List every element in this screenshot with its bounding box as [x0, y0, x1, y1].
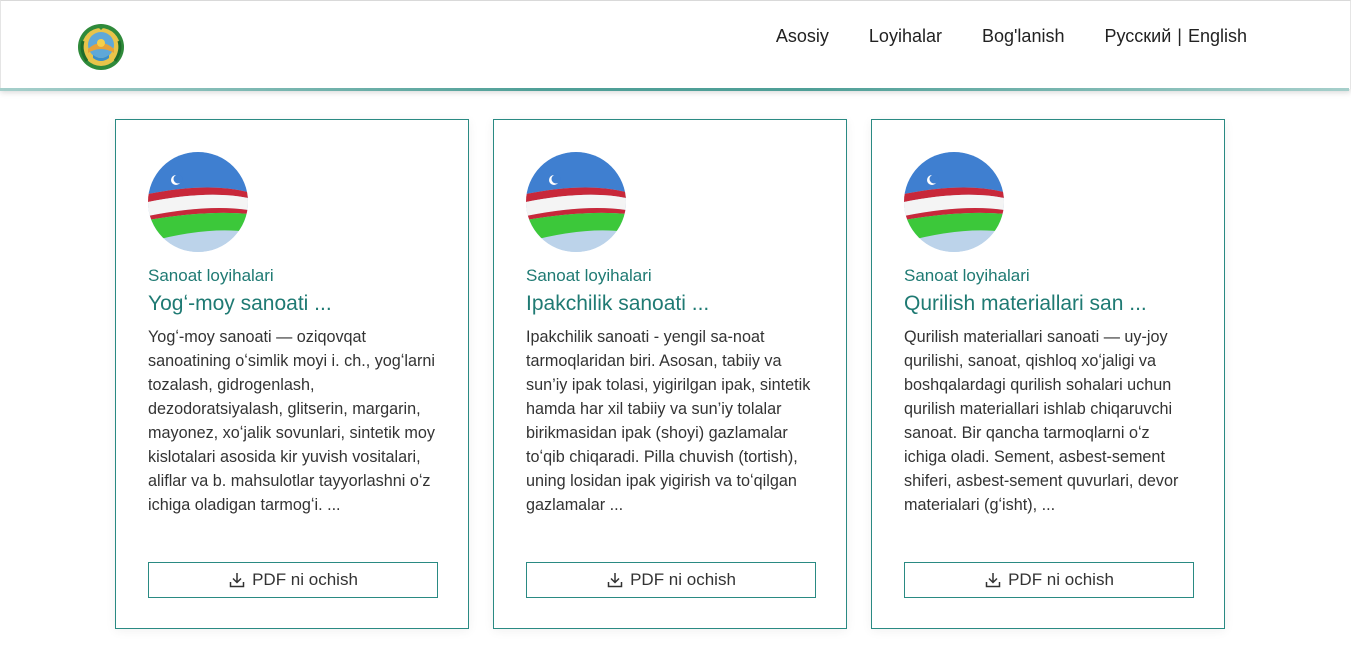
open-pdf-button[interactable]: PDF ni ochish — [904, 562, 1194, 598]
lang-english-link[interactable]: English — [1188, 26, 1247, 47]
open-pdf-label: PDF ni ochish — [252, 570, 358, 589]
card-title[interactable]: Qurilish materiallari san ... — [904, 292, 1204, 316]
open-pdf-button[interactable]: PDF ni ochish — [148, 562, 438, 598]
project-card: Sanoat loyihalari Ipakchilik sanoati ...… — [493, 119, 847, 629]
open-pdf-label: PDF ni ochish — [630, 570, 736, 589]
download-icon — [985, 573, 1001, 588]
card-description: Ipakchilik sanoati - yengil sa-noat tarm… — [526, 328, 811, 514]
card-description: Qurilish materiallari sanoati — uy-joy q… — [904, 328, 1179, 514]
header-accent-line — [0, 88, 1349, 91]
main-nav: Asosiy Loyihalar Bog'lanish Русский | En… — [776, 26, 1247, 47]
card-title[interactable]: Yogʻ-moy sanoati ... — [148, 292, 448, 316]
project-card: Sanoat loyihalari Qurilish materiallari … — [871, 119, 1225, 629]
nav-item-loyihalar[interactable]: Loyihalar — [869, 26, 942, 47]
emblem-logo-icon[interactable] — [77, 23, 125, 71]
language-switcher: Русский | English — [1104, 26, 1247, 47]
lang-russian-link[interactable]: Русский — [1104, 26, 1171, 47]
flag-image — [904, 152, 1004, 252]
card-category: Sanoat loyihalari — [904, 266, 1030, 285]
flag-image — [526, 152, 626, 252]
project-card: Sanoat loyihalari Yogʻ-moy sanoati ... Y… — [115, 119, 469, 629]
card-category: Sanoat loyihalari — [526, 266, 652, 285]
open-pdf-button[interactable]: PDF ni ochish — [526, 562, 816, 598]
site-header: Asosiy Loyihalar Bog'lanish Русский | En… — [0, 0, 1351, 89]
card-description: Yogʻ-moy sanoati — oziqovqat sanoatining… — [148, 328, 435, 514]
nav-item-boglanish[interactable]: Bog'lanish — [982, 26, 1065, 47]
download-icon — [607, 573, 623, 588]
project-cards: Sanoat loyihalari Yogʻ-moy sanoati ... Y… — [115, 119, 1225, 629]
lang-separator: | — [1177, 26, 1182, 46]
nav-item-asosiy[interactable]: Asosiy — [776, 26, 829, 47]
download-icon — [229, 573, 245, 588]
flag-image — [148, 152, 248, 252]
open-pdf-label: PDF ni ochish — [1008, 570, 1114, 589]
card-title[interactable]: Ipakchilik sanoati ... — [526, 292, 826, 316]
card-category: Sanoat loyihalari — [148, 266, 274, 285]
